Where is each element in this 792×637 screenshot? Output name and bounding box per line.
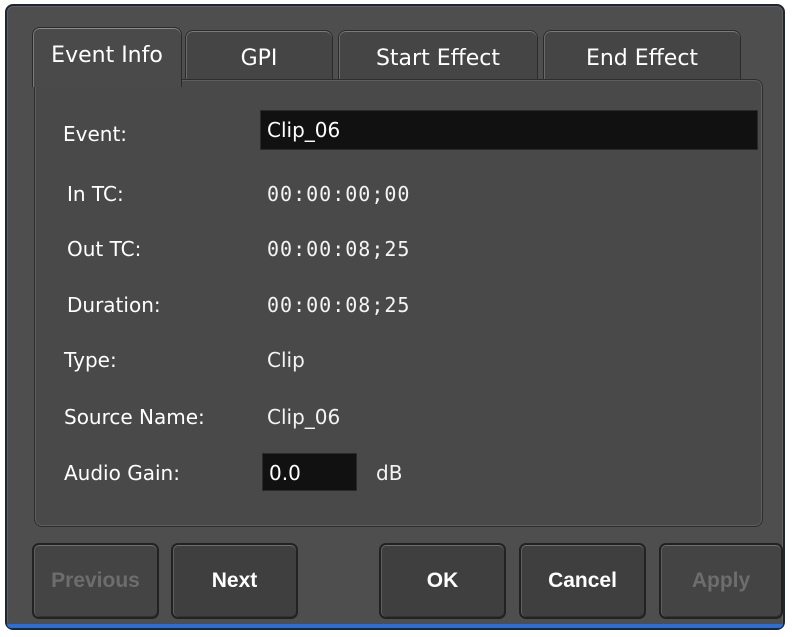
event-info-panel: Event: Clip_06 In TC: 00:00:00;00 Out TC… <box>34 79 763 527</box>
source-name-label: Source Name: <box>64 405 205 429</box>
duration-label: Duration: <box>67 293 161 317</box>
tab-label: End Effect <box>585 46 699 71</box>
tab-event-info[interactable]: Event Info <box>32 27 182 87</box>
event-label: Event: <box>63 122 128 146</box>
apply-button-label: Apply <box>691 569 751 592</box>
tab-start-effect[interactable]: Start Effect <box>338 30 538 82</box>
window-bottom-edge <box>7 624 783 628</box>
cancel-button[interactable]: Cancel <box>519 543 646 619</box>
out-tc-label: Out TC: <box>67 237 142 261</box>
tab-gpi[interactable]: GPI <box>185 30 333 82</box>
in-tc-value: 00:00:00;00 <box>267 182 411 206</box>
audio-gain-label: Audio Gain: <box>64 461 180 485</box>
duration-value: 00:00:08;25 <box>267 293 411 317</box>
next-button[interactable]: Next <box>171 543 298 619</box>
tab-label: GPI <box>240 46 278 71</box>
audio-gain-input[interactable]: 0.0 <box>262 453 357 491</box>
audio-gain-unit: dB <box>376 461 403 485</box>
tab-label: Start Effect <box>375 46 501 71</box>
tab-end-effect[interactable]: End Effect <box>543 30 741 82</box>
previous-button[interactable]: Previous <box>32 543 159 619</box>
type-label: Type: <box>64 348 117 372</box>
event-name-field[interactable]: Clip_06 <box>260 110 758 150</box>
source-name-value: Clip_06 <box>267 405 341 429</box>
tab-label: Event Info <box>51 43 163 68</box>
apply-button[interactable]: Apply <box>659 543 783 619</box>
type-value: Clip <box>267 348 305 372</box>
event-properties-dialog: Event Info GPI Start Effect End Effect E… <box>5 4 785 630</box>
cancel-button-label: Cancel <box>548 569 617 592</box>
out-tc-value: 00:00:08;25 <box>267 237 411 261</box>
next-button-label: Next <box>211 569 258 592</box>
in-tc-label: In TC: <box>67 182 124 206</box>
ok-button-label: OK <box>426 569 459 592</box>
ok-button[interactable]: OK <box>379 543 506 619</box>
previous-button-label: Previous <box>51 569 140 592</box>
